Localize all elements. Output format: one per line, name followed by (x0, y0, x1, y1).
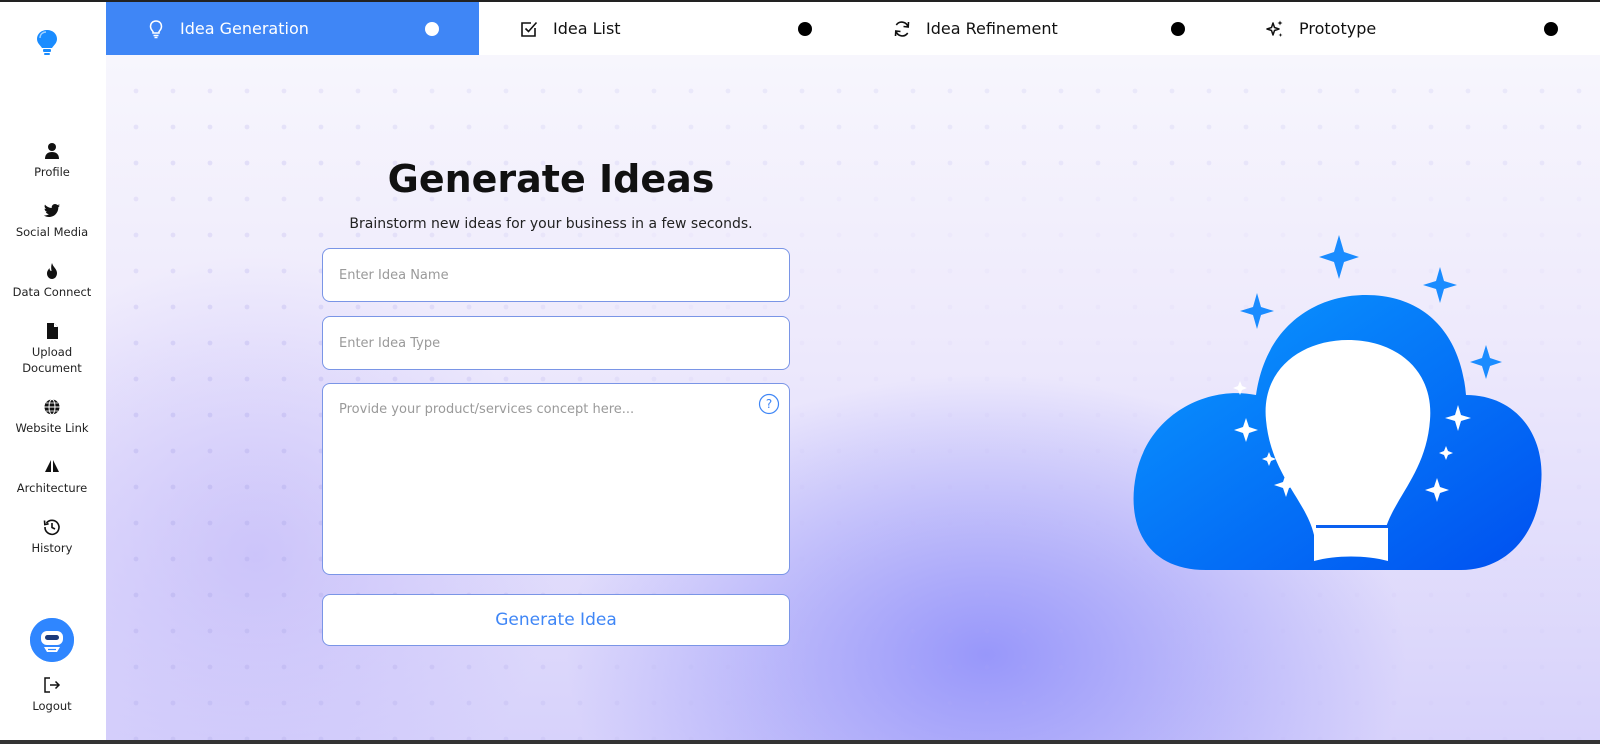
sidebar-item-social-media[interactable]: Social Media (0, 202, 104, 240)
robot-icon (30, 618, 74, 662)
sidebar-item-data-connect[interactable]: Data Connect (0, 262, 104, 300)
sidebar-item-architecture[interactable]: Architecture (0, 458, 104, 496)
tab-label: Idea Refinement (926, 19, 1058, 38)
tab-idea-refinement[interactable]: Idea Refinement (852, 2, 1225, 55)
sidebar-item-upload-document[interactable]: Upload Document (0, 322, 104, 376)
app-window: Profile Social Media Data Connect Upload… (0, 2, 1600, 740)
tab-prototype[interactable]: Prototype (1225, 2, 1598, 55)
step-indicator (1171, 22, 1185, 36)
logo-lightbulb-icon (37, 30, 57, 55)
taskbar-strip (0, 740, 1600, 744)
flame-icon (47, 263, 57, 279)
document-icon (47, 323, 58, 339)
tab-label: Prototype (1299, 19, 1377, 38)
concept-textarea[interactable] (322, 383, 790, 575)
architecture-icon (45, 460, 59, 472)
step-indicator (1544, 22, 1558, 36)
sidebar-item-label: Data Connect (12, 285, 92, 299)
sidebar-item-label: History (31, 541, 73, 555)
sidebar-item-label: Architecture (16, 481, 88, 495)
sidebar-item-website-link[interactable]: Website Link (0, 398, 104, 436)
twitter-icon (43, 204, 60, 217)
sidebar-item-label: Social Media (15, 225, 89, 239)
checkbox-icon (521, 21, 538, 37)
sidebar-item-label: Profile (34, 165, 70, 179)
person-icon (45, 143, 59, 159)
sidebar-item-profile[interactable]: Profile (0, 142, 104, 180)
logout-button[interactable]: Logout (0, 676, 104, 714)
sidebar-item-label: Upload Document (22, 345, 82, 375)
lightbulb-icon (149, 19, 163, 38)
step-indicator (425, 22, 439, 36)
sidebar: Profile Social Media Data Connect Upload… (0, 2, 106, 740)
sidebar-item-history[interactable]: History (0, 518, 104, 556)
history-icon (43, 519, 60, 536)
tab-idea-list[interactable]: Idea List (479, 2, 852, 55)
refresh-icon (894, 20, 910, 37)
globe-icon (44, 399, 60, 415)
step-tabs: Idea Generation Idea List Idea Refinemen… (106, 2, 1600, 55)
sparkles-icon (1266, 20, 1283, 37)
chatbot-button[interactable] (30, 618, 74, 662)
page-title: Generate Ideas (387, 157, 715, 201)
cloud-lightbulb-illustration (1133, 235, 1542, 570)
help-icon[interactable]: ? (758, 393, 780, 415)
step-indicator (798, 22, 812, 36)
generate-idea-button[interactable]: Generate Idea (322, 594, 790, 646)
sidebar-item-label: Website Link (15, 421, 89, 435)
logout-icon (44, 677, 61, 693)
logout-label: Logout (32, 699, 72, 713)
idea-name-input[interactable] (322, 248, 790, 302)
main-content: Generate Ideas Brainstorm new ideas for … (106, 55, 1600, 740)
page-subtitle: Brainstorm new ideas for your business i… (349, 216, 753, 232)
idea-type-input[interactable] (322, 316, 790, 370)
svg-text:?: ? (766, 397, 772, 411)
tab-label: Idea Generation (180, 19, 309, 38)
tab-idea-generation[interactable]: Idea Generation (106, 2, 479, 55)
tab-label: Idea List (553, 19, 621, 38)
